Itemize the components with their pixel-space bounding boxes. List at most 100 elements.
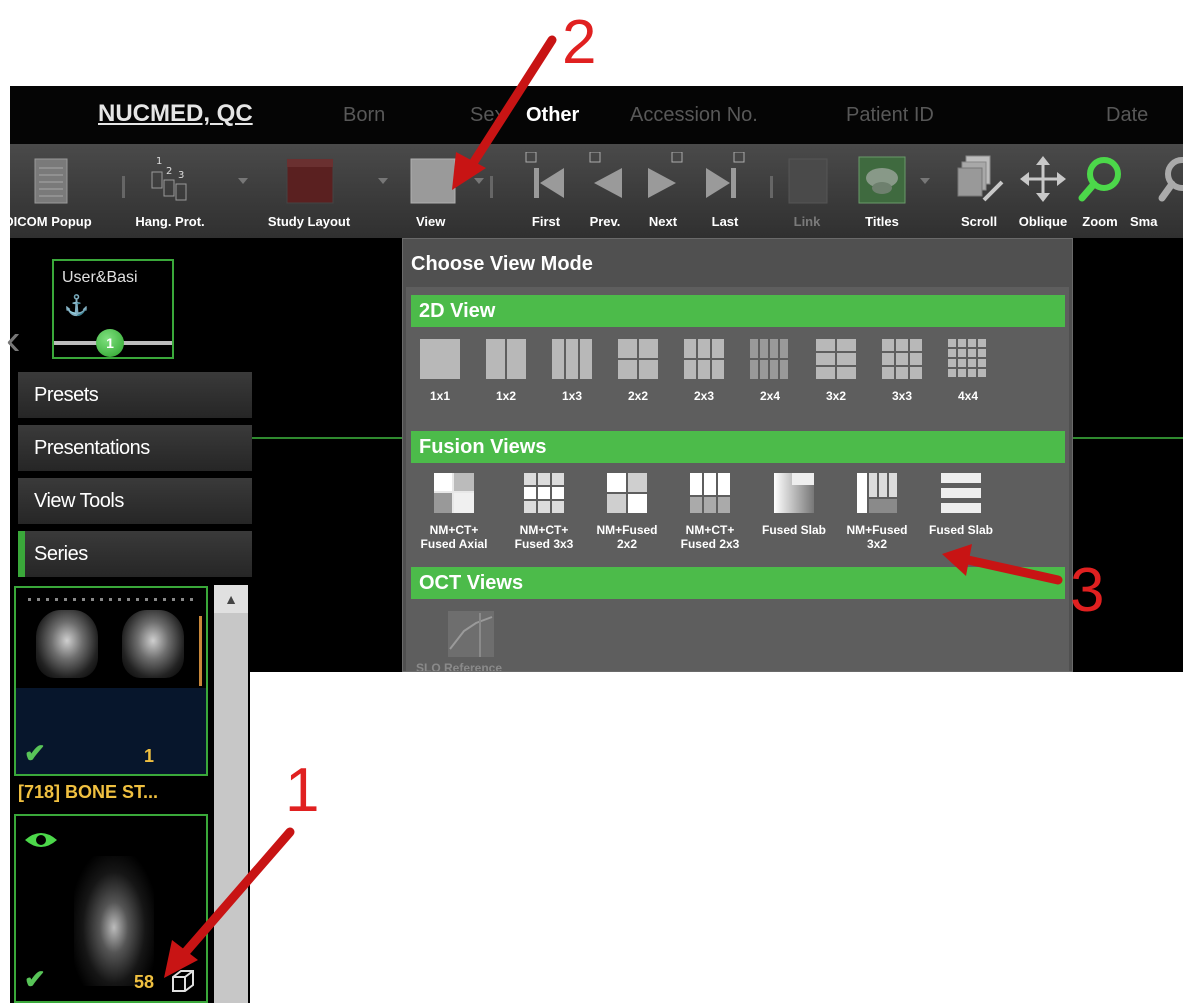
view-mode-icon [410,158,456,204]
view-option-2x3[interactable]: 2x3 [682,337,726,417]
layout-2x4-icon [750,339,788,379]
link-icon [788,158,828,204]
move-arrows-icon [1020,156,1066,202]
image-count: 58 [134,972,155,992]
section-fusion-views: Fusion Views [411,431,1065,463]
fusion-3x3-icon [524,473,564,513]
study-layout-button[interactable]: Study Layout [254,152,364,234]
view-option-1x3[interactable]: 1x3 [550,337,594,417]
collapse-panel-icon[interactable]: ‹ [6,318,21,362]
view-option-slo-reference[interactable]: SLO Reference [412,607,512,671]
view-option-nm-ct-fused-3x3[interactable]: NM+CT+ Fused 3x3 [506,471,582,551]
scroll-button[interactable]: Scroll [946,152,1012,234]
series-title: [718] BONE ST... [18,782,159,802]
hang-prot-label: Hang. Prot. [135,214,205,229]
section-2d-view: 2D View [411,295,1065,327]
smart-button[interactable]: Sma [1130,152,1183,234]
layout-3x2-icon [816,339,856,379]
smart-zoom-icon [1158,157,1183,202]
view-option-2x4[interactable]: 2x4 [748,337,792,417]
first-button[interactable]: First [518,152,574,234]
view-option-2x2[interactable]: 2x2 [616,337,660,417]
view-tools-button[interactable]: View Tools [18,478,252,524]
annotation-step-1: 1 [285,756,320,825]
checkmark-icon: ✔ [24,964,46,994]
chevron-down-icon[interactable] [378,178,388,184]
scroll-icon [957,155,1004,202]
previous-label: Prev. [589,214,621,229]
series-button[interactable]: Series [18,531,252,577]
patient-header: NUCMED, QC Born Sex Other Accession No. … [10,86,1183,144]
view-option-nm-fused-3x2[interactable]: NM+Fused 3x2 [834,471,920,551]
scroll-up-icon[interactable]: ▲ [214,585,248,613]
fused-slab-icon [774,473,814,513]
layout-2x3-icon [684,339,724,379]
series-thumbnail[interactable]: ✔ 1 [14,586,208,776]
presets-button[interactable]: Presets [18,372,252,418]
next-icon [648,152,683,198]
series-thumbnail[interactable]: ✔ 58 [14,814,208,1003]
previous-icon [589,152,622,198]
view-option-nm-ct-fused-2x3[interactable]: NM+CT+ Fused 2x3 [672,471,748,551]
view-option-nm-fused-2x2[interactable]: NM+Fused 2x2 [588,471,666,551]
oblique-button[interactable]: Oblique [1012,152,1074,234]
user-preset-box[interactable]: User&Basi ⚓ 1 [52,259,174,359]
view-option-3x3[interactable]: 3x3 [880,337,924,417]
titles-button[interactable]: Titles [852,152,912,234]
view-option-1x1[interactable]: 1x1 [418,337,462,417]
svg-text:3: 3 [178,170,184,181]
view-option-1x2[interactable]: 1x2 [484,337,528,417]
thumbnail-header-text [28,598,198,601]
chevron-down-icon[interactable] [238,178,248,184]
view-option-3x2[interactable]: 3x2 [814,337,858,417]
titles-icon [858,156,906,204]
section-oct-views: OCT Views [411,567,1065,599]
layout-3x3-icon [882,339,922,379]
view-option-fused-slab[interactable]: Fused Slab [756,471,832,551]
patient-name[interactable]: NUCMED, QC [98,100,253,128]
oblique-label: Oblique [1018,214,1068,229]
popup-title: Choose View Mode [411,253,593,275]
view-button[interactable]: View [402,152,466,234]
user-preset-label: User&Basi [62,269,138,286]
app-screen: NUCMED, QC Born Sex Other Accession No. … [0,0,1183,1003]
previous-button[interactable]: Prev. [578,152,632,234]
cube-3d-icon[interactable] [170,968,196,994]
preset-slider-knob[interactable]: 1 [96,329,124,357]
layout-1x1-icon [420,339,460,379]
study-layout-icon [286,158,334,204]
view-option-nm-ct-fused-axial[interactable]: NM+CT+ Fused Axial [412,471,496,551]
presentations-button[interactable]: Presentations [18,425,252,471]
fusion-2x3-icon [690,473,730,513]
view-label: View [416,214,446,229]
next-button[interactable]: Next [636,152,690,234]
thumbnail-marker [199,616,202,686]
zoom-button[interactable]: Zoom [1076,152,1124,234]
hang-prot-button[interactable]: 1 2 3 Hang. Prot. [130,152,210,234]
view-option-4x4[interactable]: 4x4 [946,337,990,417]
toolbar: DICOM Popup 1 2 3 Hang. Prot. Study Layo… [4,144,1183,238]
view-option-fused-slab-stack[interactable]: Fused Slab [922,471,1000,551]
series-scrollbar[interactable] [214,585,248,1003]
toolbar-separator [770,176,773,198]
dicom-popup-button[interactable]: DICOM Popup [0,152,98,234]
scroll-label: Scroll [960,214,998,229]
born-label: Born [343,104,386,126]
fusion-3x2-icon [857,473,897,513]
anchor-icon[interactable]: ⚓ [64,293,89,318]
viewport-divider [246,437,406,439]
study-layout-label: Study Layout [267,214,351,229]
eye-icon[interactable] [24,830,58,850]
chevron-down-icon[interactable] [474,178,484,184]
chevron-down-icon[interactable] [920,178,930,184]
fused-slab-stack-icon [941,473,981,513]
view-mode-popup: Choose View Mode 2D View 1x1 1x2 1x3 2x2 [402,238,1073,672]
link-button[interactable]: Link [784,152,830,234]
titles-label: Titles [865,214,899,229]
date-label: Date [1106,104,1149,126]
sex-label: Sex [470,104,505,126]
series-active-indicator [18,531,25,577]
layout-1x3-icon [552,339,592,379]
last-button[interactable]: Last [698,152,752,234]
sex-value: Other [526,104,580,126]
